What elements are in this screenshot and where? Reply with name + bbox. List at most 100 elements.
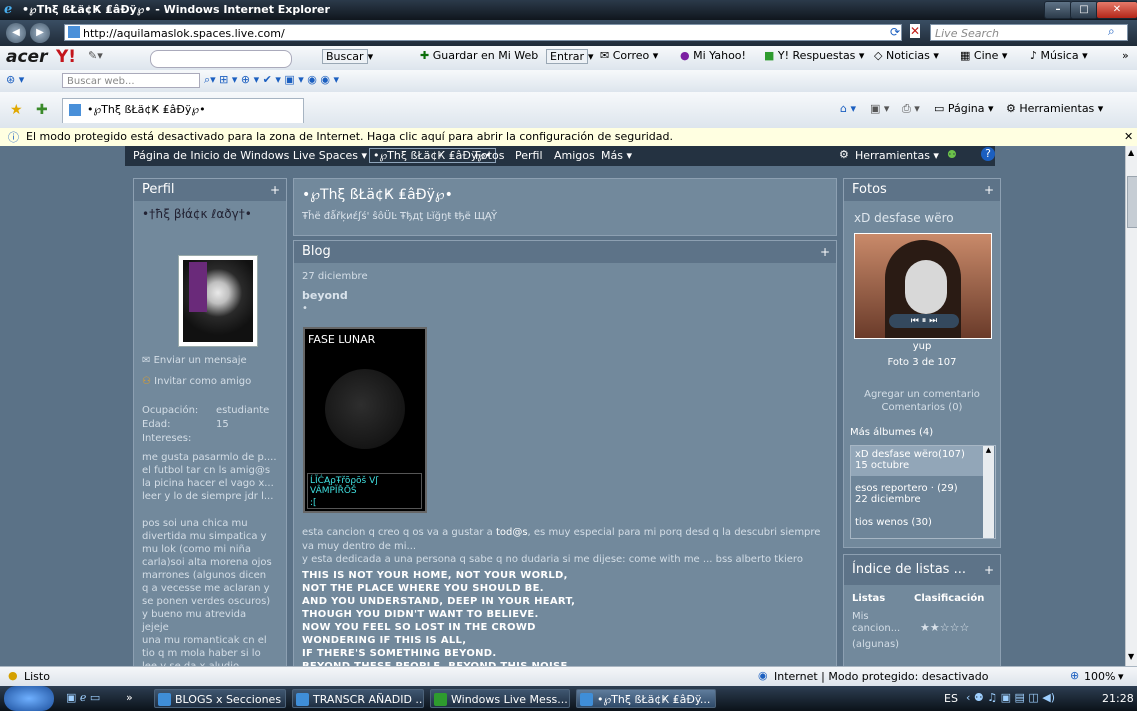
entrar-button[interactable]: Entrar ▾ [546, 49, 594, 64]
noticias-button[interactable]: ◇ Noticias ▾ [874, 49, 939, 62]
send-message-link[interactable]: ✉ Enviar un mensaje [142, 355, 247, 366]
post-bullet: • [302, 303, 308, 314]
yahoo-logo[interactable]: Y! [56, 47, 76, 67]
album-name[interactable]: xD desfase wëro [854, 211, 954, 225]
forward-button[interactable]: ▶ [30, 23, 50, 43]
post-paragraph-1: esta cancion q creo q os va a gustar a t… [302, 527, 821, 538]
space-title: •℘Thξ ßŁä¢Ҝ ₤âÐÿ℘• [302, 187, 453, 203]
pagina-menu[interactable]: ▭ Página ▾ [934, 102, 994, 115]
tray-icons[interactable]: ‹ ⚉ ♫ ▣ ▤ ◫ ◀) [966, 691, 1055, 704]
task-button-active[interactable]: •℘Thξ ßŁä¢Ҝ ₤âÐÿ... [576, 689, 716, 708]
indice-heading: Índice de listas ... + [844, 555, 1000, 585]
mas-menu[interactable]: Más ▾ [601, 149, 632, 162]
cine-button[interactable]: ▦ Cine ▾ [960, 49, 1007, 62]
notice-close-icon[interactable]: ✕ [1124, 128, 1133, 146]
respuestas-button[interactable]: ■ Y! Respuestas ▾ [764, 49, 864, 62]
more-chevron-icon[interactable]: » [1122, 49, 1129, 62]
minimize-button[interactable]: – [1044, 1, 1072, 19]
herramientas-link[interactable]: Herramientas ▾ [855, 149, 939, 162]
lyrics: THIS IS NOT YOUR HOME, NOT YOUR WORLD, N… [302, 569, 576, 667]
about-line: mu lok (como mi niña [142, 544, 251, 555]
indice-expand-icon[interactable]: + [984, 555, 994, 585]
post-title[interactable]: beyond [302, 289, 348, 302]
page-scrollbar[interactable]: ▲ ▼ [1125, 146, 1137, 666]
perfil-expand-icon[interactable]: + [270, 179, 280, 201]
messenger-icon[interactable]: ⚉ [947, 148, 957, 161]
pencil-icon[interactable]: ✎▾ [88, 49, 103, 62]
browser-tab[interactable]: •℘Thξ ßŁä¢Ҝ ₤âÐÿ℘• [62, 98, 304, 123]
home-icon[interactable]: ⌂ ▾ [840, 102, 856, 115]
herramientas-menu[interactable]: ⚙ Herramientas ▾ [1006, 102, 1103, 115]
lyric-line: AND YOU UNDERSTAND, DEEP IN YOUR HEART, [302, 596, 576, 607]
start-button[interactable] [4, 686, 54, 711]
album-item[interactable]: tios wenos (30) [851, 514, 983, 536]
task-button[interactable]: TRANSCR AÑADID ... [292, 689, 424, 708]
tab-row: ★ ✚ •℘Thξ ßŁä¢Ҝ ₤âÐÿ℘• ⌂ ▾ ▣ ▾ ⎙ ▾ ▭ Pág… [0, 92, 1137, 129]
blog-heading: Blog + [294, 241, 836, 263]
guardar-button[interactable]: ✚ Guardar en Mi Web [420, 49, 538, 62]
task-button[interactable]: Windows Live Mess... [430, 689, 570, 708]
spaces-home-link[interactable]: Página de Inicio de Windows Live Spaces … [133, 149, 367, 162]
feeds-icon[interactable]: ▣ ▾ [870, 102, 889, 115]
moon-caption: ĹĨĆĄρŦřõρōš Vʃ VÂMPĨŘŌŠ [310, 476, 379, 496]
zoom-level[interactable]: 100% [1084, 670, 1115, 683]
about-line: divertida mu simpatica y [142, 531, 267, 542]
albums-scrollbar[interactable]: ▲ [983, 446, 994, 538]
zoom-dropdown-icon[interactable]: ▾ [1118, 670, 1124, 683]
about-line: jejeje [142, 622, 169, 633]
scroll-up-icon[interactable]: ▲ [1128, 148, 1134, 157]
more-albums-label[interactable]: Más álbumes (4) [850, 427, 933, 438]
stop-icon[interactable]: ✕ [910, 24, 921, 38]
task-button[interactable]: BLOGS x Secciones -... [154, 689, 286, 708]
add-favorites-icon[interactable]: ✚ [36, 102, 48, 118]
album-item[interactable]: xD desfase wëro(107) 15 octubre [851, 446, 983, 476]
perfil-link[interactable]: Perfil [515, 149, 543, 162]
quicklaunch-more-icon[interactable]: » [126, 691, 133, 704]
protected-mode-notice[interactable]: ⓘ El modo protegido está desactivado par… [0, 128, 1137, 147]
invite-link[interactable]: ⚇ Invitar como amigo [142, 376, 251, 387]
fotos-expand-icon[interactable]: + [984, 179, 994, 201]
live-search-input[interactable]: Live Search [930, 24, 1128, 41]
toolbar-search-icon[interactable]: ⌕▾ ⊞ ▾ ⊕ ▾ ✔ ▾ ▣ ▾ ◉ ◉ ▾ [204, 73, 339, 87]
scroll-thumb[interactable] [1127, 176, 1137, 228]
refresh-icon[interactable]: ⟳ [890, 25, 901, 39]
search-icon[interactable]: ⌕ [1108, 24, 1115, 39]
buscar-button[interactable]: Buscar ▾ [322, 49, 373, 64]
clock[interactable]: 21:28 [1102, 692, 1134, 705]
help-icon[interactable]: ? [981, 147, 995, 161]
mi-yahoo-button[interactable]: ● Mi Yahoo! [680, 49, 746, 62]
comments-link[interactable]: Comentarios (0) [844, 402, 1000, 413]
list-item-link[interactable]: Mis cancion... [852, 611, 908, 635]
indice-col-listas: Listas [852, 593, 886, 604]
quicklaunch-icons[interactable]: ▣ ℯ ▭ [66, 691, 100, 704]
fotos-link[interactable]: Fotos [475, 149, 504, 162]
add-comment-link[interactable]: Agregar un comentario [844, 389, 1000, 400]
correo-button[interactable]: ✉ Correo ▾ [600, 49, 658, 62]
maximize-button[interactable]: □ [1070, 1, 1098, 19]
moon-title: FASE LUNAR [308, 333, 376, 346]
yahoo-search-input[interactable] [150, 50, 292, 68]
address-input[interactable]: http://aquilamaslok.spaces.live.com/ [64, 24, 902, 41]
photo-counter: Foto 3 de 107 [887, 357, 957, 368]
profile-avatar[interactable] [178, 255, 258, 347]
todos-link[interactable]: tod@s [496, 527, 528, 538]
interest-line: el futbol tar cn ls amig@s [142, 465, 271, 476]
print-icon[interactable]: ⎙ ▾ [902, 102, 920, 116]
blog-expand-icon[interactable]: + [820, 241, 830, 263]
tab-favicon [69, 104, 81, 116]
musica-button[interactable]: ♪ Música ▾ [1030, 49, 1088, 62]
favorites-star-icon[interactable]: ★ [10, 102, 23, 118]
back-button[interactable]: ◀ [6, 23, 26, 43]
zone-text[interactable]: Internet | Modo protegido: desactivado [774, 670, 988, 683]
close-button[interactable]: ✕ [1096, 1, 1137, 19]
language-indicator[interactable]: ES [944, 692, 958, 705]
lyric-line: WONDERING IF THIS IS ALL, [302, 635, 467, 646]
web-search-input[interactable]: Buscar web... [62, 73, 200, 88]
photo-controls[interactable]: ⏮ ⏸ ⏭ [889, 314, 959, 328]
photo-viewer[interactable]: ⏮ ⏸ ⏭ [854, 233, 992, 339]
post-paragraph-2: va muy dentro de mi... [302, 541, 417, 552]
album-item[interactable]: esos reportero · (29) 22 diciembre [851, 480, 983, 510]
window-titlebar: ℯ •℘Thξ ßŁä¢Ҝ ₤âÐÿ℘• - Windows Internet … [0, 0, 1137, 20]
amigos-link[interactable]: Amigos [554, 149, 595, 162]
scroll-down-icon[interactable]: ▼ [1128, 652, 1134, 661]
